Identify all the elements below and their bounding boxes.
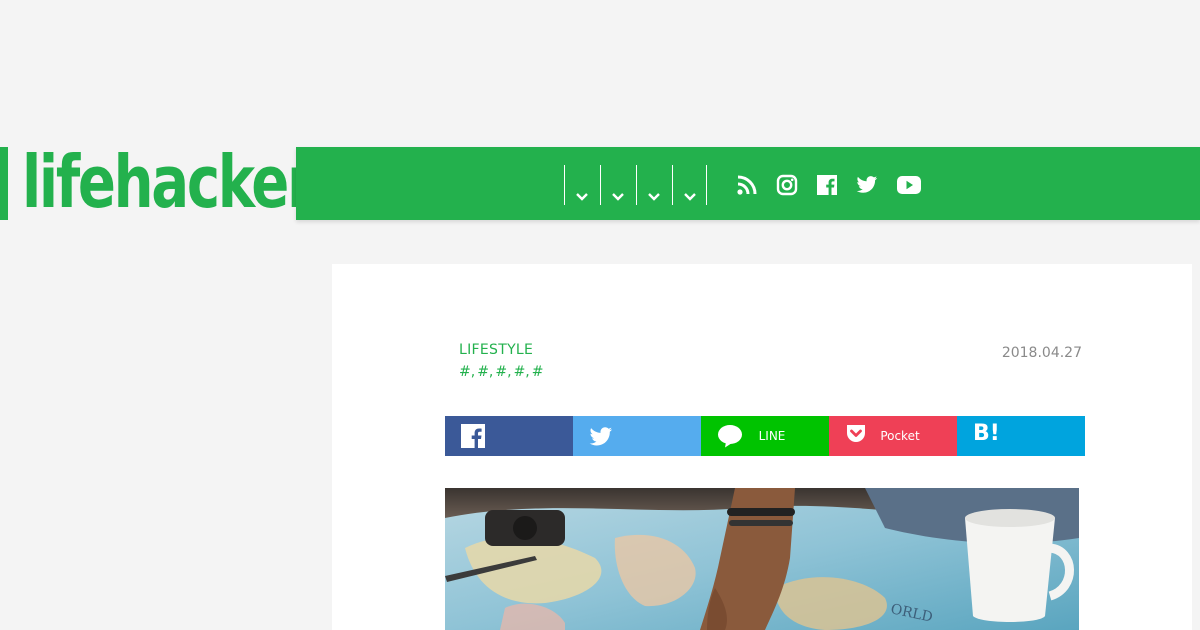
page: lifehacker LIFESTYLE # , # , # , # , # 2… xyxy=(0,0,1200,630)
twitter-icon xyxy=(856,176,878,193)
navbar xyxy=(296,147,1200,220)
youtube-link[interactable] xyxy=(896,175,922,195)
tag-link[interactable]: # xyxy=(459,364,471,380)
facebook-link[interactable] xyxy=(816,174,838,196)
share-line-button[interactable]: LINE xyxy=(701,416,829,456)
tag-link[interactable]: # xyxy=(532,364,544,380)
logo-stripe xyxy=(0,147,8,220)
hero-image: ORLD xyxy=(445,488,1079,630)
rss-link[interactable] xyxy=(736,174,758,196)
site-logo[interactable]: lifehacker xyxy=(22,140,315,224)
facebook-icon xyxy=(461,424,485,448)
instagram-icon xyxy=(776,174,798,196)
share-facebook-button[interactable] xyxy=(445,416,573,456)
share-hatena-button[interactable]: B! xyxy=(957,416,1085,456)
share-pocket-label: Pocket xyxy=(880,429,920,443)
tag-separator: , xyxy=(525,364,530,380)
chevron-down-icon xyxy=(612,193,624,201)
hero-photo: ORLD xyxy=(445,488,1079,630)
nav-dropdown-2[interactable] xyxy=(600,165,636,205)
nav-dropdown-1[interactable] xyxy=(564,165,600,205)
twitter-link[interactable] xyxy=(856,175,878,195)
chevron-down-icon xyxy=(684,193,696,201)
nav-menu xyxy=(564,165,707,205)
tag-link[interactable]: # xyxy=(495,364,507,380)
social-links xyxy=(736,173,940,197)
hatena-bookmark-icon: B! xyxy=(973,421,1000,446)
chevron-down-icon xyxy=(648,193,660,201)
instagram-link[interactable] xyxy=(776,174,798,196)
category-link[interactable]: LIFESTYLE xyxy=(459,342,533,358)
share-line-label: LINE xyxy=(758,429,786,443)
tag-separator: , xyxy=(488,364,494,380)
facebook-icon xyxy=(817,175,837,195)
tag-separator: , xyxy=(507,364,512,380)
chevron-down-icon xyxy=(576,193,588,201)
twitter-icon xyxy=(589,427,613,446)
tag-link[interactable]: # xyxy=(477,364,489,380)
tag-link[interactable]: # xyxy=(514,364,526,380)
article-card: LIFESTYLE #, #, #, #, # 2018.04.27 LINE … xyxy=(332,264,1192,630)
publish-date: 2018.04.27 xyxy=(1001,345,1082,361)
share-pocket-button[interactable]: Pocket xyxy=(829,416,957,456)
share-bar: LINE Pocket B! xyxy=(445,416,1085,456)
tag-list: #, #, #, #, # xyxy=(459,364,543,380)
nav-dropdown-4[interactable] xyxy=(672,165,707,205)
rss-icon xyxy=(737,175,757,195)
share-twitter-button[interactable] xyxy=(573,416,701,456)
tag-separator: , xyxy=(470,364,476,380)
nav-dropdown-3[interactable] xyxy=(636,165,672,205)
youtube-icon xyxy=(897,176,921,194)
